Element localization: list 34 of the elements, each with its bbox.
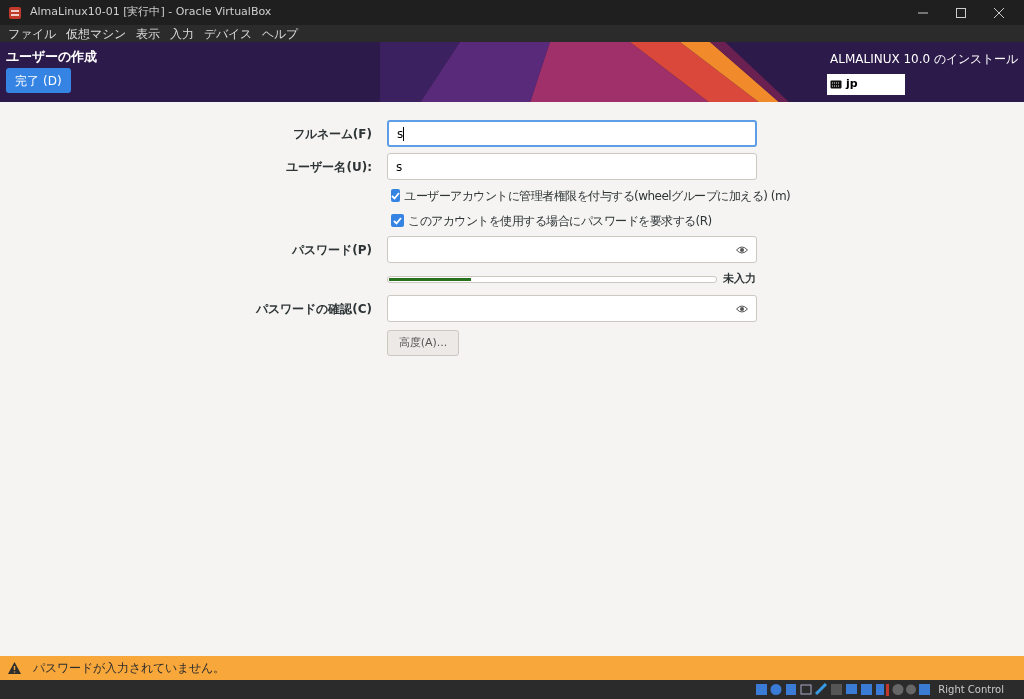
menu-item[interactable]: ファイル bbox=[8, 25, 56, 42]
checkbox-label: ユーザーアカウントに管理者権限を付与する(wheelグループに加える) (m) bbox=[404, 187, 791, 205]
advanced-button[interactable]: 高度(A)... bbox=[387, 330, 459, 356]
keyboard-icon bbox=[830, 80, 842, 89]
window-title: AlmaLinux10-01 [実行中] - Oracle VirtualBox bbox=[30, 4, 273, 21]
menu-item[interactable]: 表示 bbox=[136, 25, 160, 42]
checkbox[interactable] bbox=[391, 214, 404, 227]
menu-item[interactable]: デバイス bbox=[204, 25, 252, 42]
keyboard-layout-field[interactable]: jp bbox=[827, 74, 905, 95]
show-password-icon[interactable] bbox=[736, 304, 748, 313]
checkbox-label: このアカウントを使用する場合にパスワードを要求する(R) bbox=[408, 212, 712, 230]
field-label: フルネーム(F) bbox=[292, 125, 372, 143]
menu-item[interactable]: 仮想マシン bbox=[66, 25, 126, 42]
password-field[interactable] bbox=[387, 295, 757, 322]
page-title: ユーザーの作成 bbox=[6, 49, 97, 65]
field-label: ユーザー名(U): bbox=[286, 158, 372, 176]
field-label: パスワードの確認(C) bbox=[256, 300, 372, 318]
password-field[interactable] bbox=[387, 236, 757, 263]
product-title: ALMALINUX 10.0 のインストール bbox=[830, 51, 1018, 68]
show-password-icon[interactable] bbox=[736, 245, 748, 254]
checkbox[interactable] bbox=[391, 189, 400, 202]
maximize-icon[interactable] bbox=[956, 7, 966, 18]
text-field[interactable]: s bbox=[387, 120, 757, 147]
done-button[interactable]: 完了 (D) bbox=[6, 68, 71, 93]
warning-icon bbox=[8, 662, 21, 674]
close-icon[interactable] bbox=[994, 7, 1004, 18]
warning-bar: パスワードが入力されていません。 bbox=[0, 656, 1024, 680]
text-field[interactable]: s bbox=[387, 153, 757, 180]
host-key-label: Right Control bbox=[938, 683, 1004, 697]
strength-reading: 未入力 bbox=[723, 270, 756, 287]
field-label: パスワード(P) bbox=[292, 241, 372, 259]
menu-item[interactable]: ヘルプ bbox=[262, 25, 298, 42]
menu-item[interactable]: 入力 bbox=[170, 25, 194, 42]
app-icon bbox=[8, 5, 22, 20]
